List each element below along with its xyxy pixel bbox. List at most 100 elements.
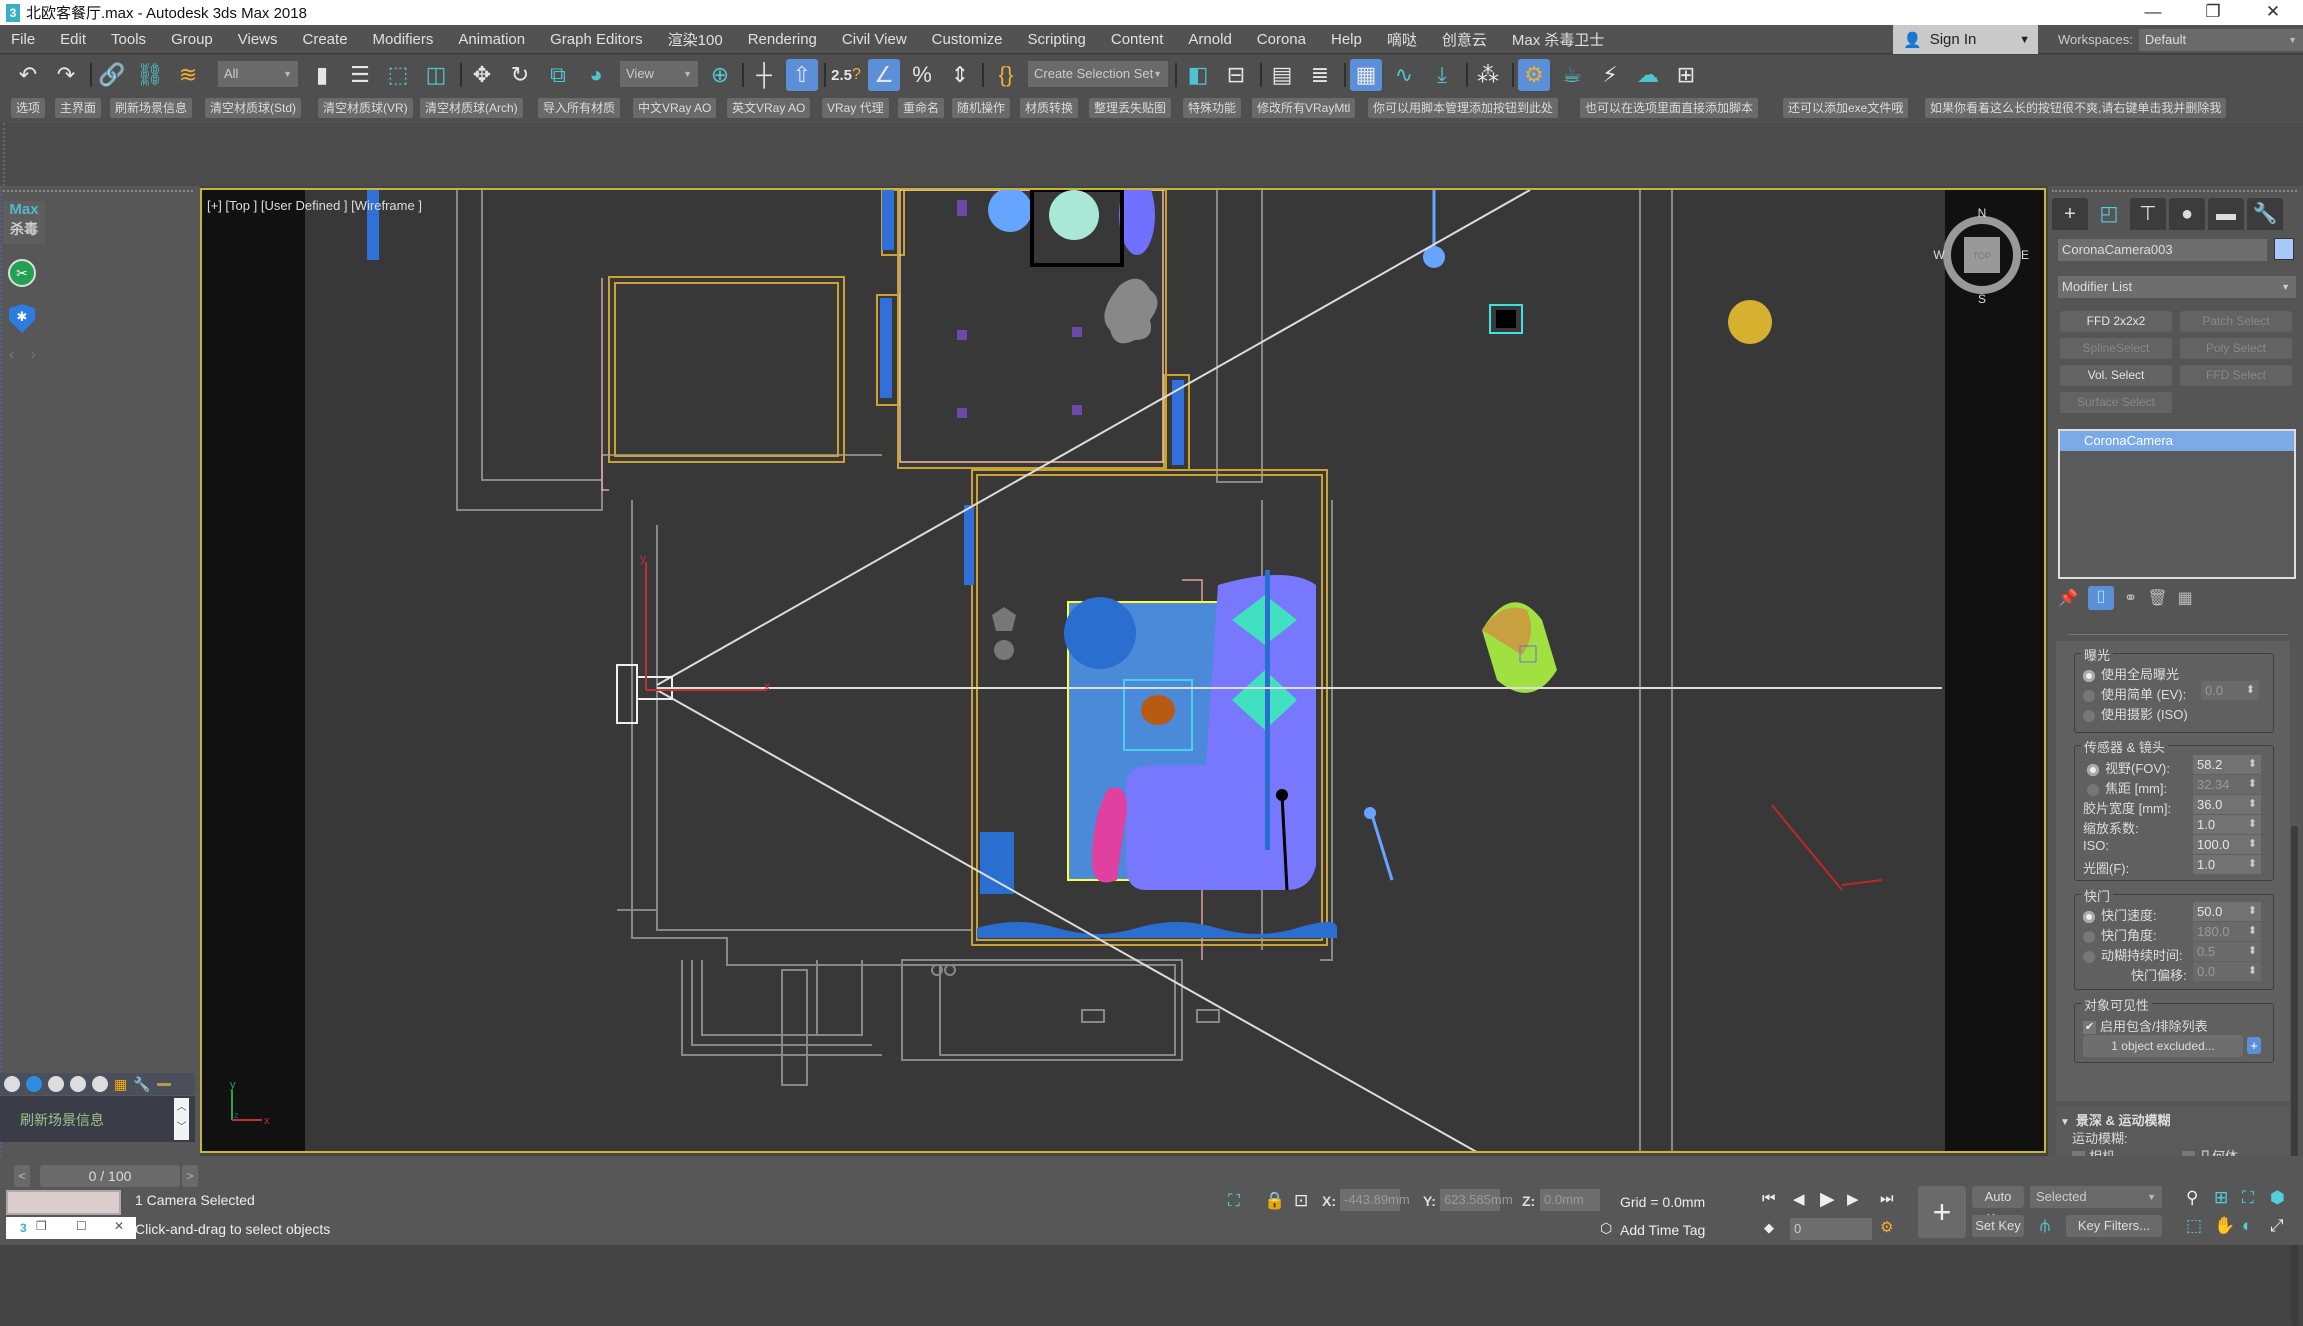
tab-utilities[interactable]: 🔧 — [2247, 198, 2283, 230]
menu-graph-editors[interactable]: Graph Editors — [539, 31, 657, 48]
toggle-ribbon-icon[interactable]: ▦ — [1350, 59, 1382, 91]
script-button[interactable]: 材质转换 — [1020, 98, 1079, 118]
shutter-speed-radio[interactable]: 快门速度: — [2083, 905, 2157, 924]
spline-select-button[interactable]: SplineSelect — [2060, 338, 2172, 359]
menu-edit[interactable]: Edit — [49, 31, 100, 48]
use-photographic-radio[interactable]: 使用摄影 (ISO) — [2083, 704, 2188, 723]
next-frame-button[interactable]: > — [182, 1165, 198, 1187]
z-coordinate-field[interactable]: 0.0mm — [1540, 1189, 1600, 1211]
excluded-objects-button[interactable]: 1 object excluded... — [2083, 1035, 2243, 1057]
menu-help[interactable]: Help — [1320, 31, 1376, 48]
time-tag-icon[interactable]: ⬡ — [1600, 1220, 1612, 1237]
script-button[interactable]: 选项 — [11, 98, 46, 118]
script-button[interactable]: VRay 代理 — [822, 98, 889, 118]
show-end-result-icon[interactable]: ▯ — [2087, 586, 2114, 610]
selection-filter-dropdown[interactable]: All — [218, 61, 298, 87]
shutter-offset-spinner[interactable]: 0.0 — [2193, 962, 2261, 981]
menu-arnold[interactable]: Arnold — [1177, 31, 1245, 48]
previous-frame-icon[interactable]: ◀ — [1793, 1190, 1805, 1208]
align-icon[interactable]: ⊟ — [1220, 59, 1252, 91]
auto-key-button[interactable]: Auto Key — [1972, 1186, 2024, 1226]
script-button[interactable]: 主界面 — [55, 98, 102, 118]
zoom-icon[interactable]: ⚲ — [2186, 1188, 2198, 1208]
zoom-all-icon[interactable]: ⊞ — [2214, 1188, 2228, 1208]
place-icon[interactable]: ◕ — [580, 59, 612, 91]
viewport-label[interactable]: [+] [Top ] [User Defined ] [Wireframe ] — [207, 198, 422, 213]
circle-icon[interactable] — [92, 1076, 108, 1092]
scale-icon[interactable]: ⧉ — [542, 59, 574, 91]
nav-arrows[interactable]: ‹ › — [9, 346, 42, 364]
unlink-icon[interactable]: ⛓ — [134, 59, 166, 91]
rectangular-selection-icon[interactable]: ⬚ — [382, 59, 414, 91]
window-crossing-icon[interactable]: ◫ — [420, 59, 452, 91]
stack-item[interactable]: CoronaCamera — [2060, 431, 2294, 451]
fov-spinner[interactable]: 58.2 — [2193, 755, 2261, 774]
viewport-top[interactable]: [+] [Top ] [User Defined ] [Wireframe ] — [200, 188, 2046, 1153]
script-button[interactable]: 还可以添加exe文件哦 — [1783, 98, 1909, 118]
focal-length-spinner[interactable]: 32.34 — [2193, 775, 2261, 794]
render-setup-icon[interactable]: ⚙ — [1518, 59, 1550, 91]
keyboard-shortcut-override-icon[interactable]: ⇧ — [786, 59, 818, 91]
restore-icon[interactable]: ❐ — [36, 1219, 47, 1233]
menu-render100[interactable]: 渲染100 — [657, 29, 737, 50]
restore-button[interactable]: ❐ — [2183, 0, 2243, 25]
time-slider[interactable]: 0 / 100 — [40, 1165, 180, 1187]
play-icon[interactable]: ▶ — [1820, 1188, 1835, 1211]
surface-select-button[interactable]: Surface Select — [2060, 392, 2172, 413]
key-filters-button[interactable]: Key Filters... — [2066, 1215, 2162, 1237]
move-icon[interactable]: ✥ — [466, 59, 498, 91]
mini-window[interactable]: 3 ❐ ☐ ✕ — [6, 1217, 136, 1239]
curve-editor-icon[interactable]: ∿ — [1388, 59, 1420, 91]
tab-modify[interactable]: ◰ — [2091, 198, 2127, 230]
go-to-start-icon[interactable]: ⏮ — [1762, 1190, 1776, 1207]
render-gallery-icon[interactable]: ⊞ — [1670, 59, 1702, 91]
vol-select-button[interactable]: Vol. Select — [2060, 365, 2172, 386]
menu-civil-view[interactable]: Civil View — [831, 31, 921, 48]
panel-grip[interactable] — [0, 186, 2, 1156]
reference-coordinate-dropdown[interactable]: View — [620, 61, 698, 87]
spinner-snap-icon[interactable]: ⇕ — [944, 59, 976, 91]
tab-hierarchy[interactable]: ⊤ — [2130, 198, 2166, 230]
workspaces-dropdown[interactable]: Default — [2138, 28, 2303, 51]
fov-radio[interactable]: 视野(FOV): — [2087, 758, 2170, 777]
maximize-viewport-icon[interactable]: ⤢ — [2270, 1216, 2284, 1236]
script-button[interactable]: 你可以用脚本管理添加按钮到此处 — [1368, 98, 1559, 118]
link-icon[interactable]: 🔗 — [96, 59, 128, 91]
ffd-2x2x2-button[interactable]: FFD 2x2x2 — [2060, 311, 2172, 332]
tab-display[interactable]: ▬ — [2208, 198, 2244, 230]
menu-max-antivirus[interactable]: Max 杀毒卫士 — [1501, 29, 1619, 50]
menu-create[interactable]: Create — [292, 31, 362, 48]
iso-spinner[interactable]: 100.0 — [2193, 835, 2261, 854]
sign-in-button[interactable]: 👤 Sign In ▼ — [1893, 25, 2038, 54]
tab-motion[interactable]: ● — [2169, 198, 2205, 230]
object-color-swatch[interactable] — [2274, 238, 2294, 260]
zoom-region-icon[interactable]: ⬚ — [2186, 1216, 2202, 1236]
blur-duration-spinner[interactable]: 0.5 — [2193, 942, 2261, 961]
use-simple-ev-radio[interactable]: 使用简单 (EV): — [2083, 684, 2186, 703]
next-frame-icon[interactable]: ▶ — [1847, 1190, 1859, 1208]
add-excluded-button[interactable]: + — [2247, 1037, 2261, 1054]
angle-snap-icon[interactable]: ∠ — [868, 59, 900, 91]
zoom-factor-spinner[interactable]: 1.0 — [2193, 815, 2261, 834]
enable-include-exclude-checkbox[interactable]: ✔ 启用包含/排除列表 — [2083, 1016, 2208, 1035]
use-global-exposure-radio[interactable]: 使用全局曝光 — [2083, 664, 2179, 683]
script-button[interactable]: 也可以在选项里面直接添加脚本 — [1580, 98, 1759, 118]
wrench-icon[interactable]: 🔧 — [133, 1076, 150, 1093]
go-to-end-icon[interactable]: ⏭ — [1880, 1190, 1894, 1207]
antivirus-scan-icon[interactable]: ✂ — [8, 259, 36, 287]
pivot-center-icon[interactable]: ⊕ — [704, 59, 736, 91]
circle-icon[interactable] — [4, 1076, 20, 1092]
render-production-icon[interactable]: ⚡ — [1594, 59, 1626, 91]
patch-select-button[interactable]: Patch Select — [2180, 311, 2292, 332]
select-object-icon[interactable]: ▮ — [306, 59, 338, 91]
circle-icon[interactable] — [48, 1076, 64, 1092]
absolute-mode-icon[interactable]: ⊡ — [1294, 1191, 1308, 1211]
script-button[interactable]: 导入所有材质 — [538, 98, 621, 118]
scroll-control[interactable]: ︿ ﹀ — [174, 1098, 189, 1140]
ffd-select-button[interactable]: FFD Select — [2180, 365, 2292, 386]
scene-info-label[interactable]: 刷新场景信息 — [20, 1110, 104, 1130]
snaps-toggle-icon[interactable]: 2.5? — [830, 59, 862, 91]
key-mode-dropdown[interactable]: Selected — [2030, 1186, 2162, 1208]
shutter-speed-spinner[interactable]: 50.0 — [2193, 902, 2261, 921]
trash-icon[interactable]: 🗑 — [2147, 588, 2167, 608]
